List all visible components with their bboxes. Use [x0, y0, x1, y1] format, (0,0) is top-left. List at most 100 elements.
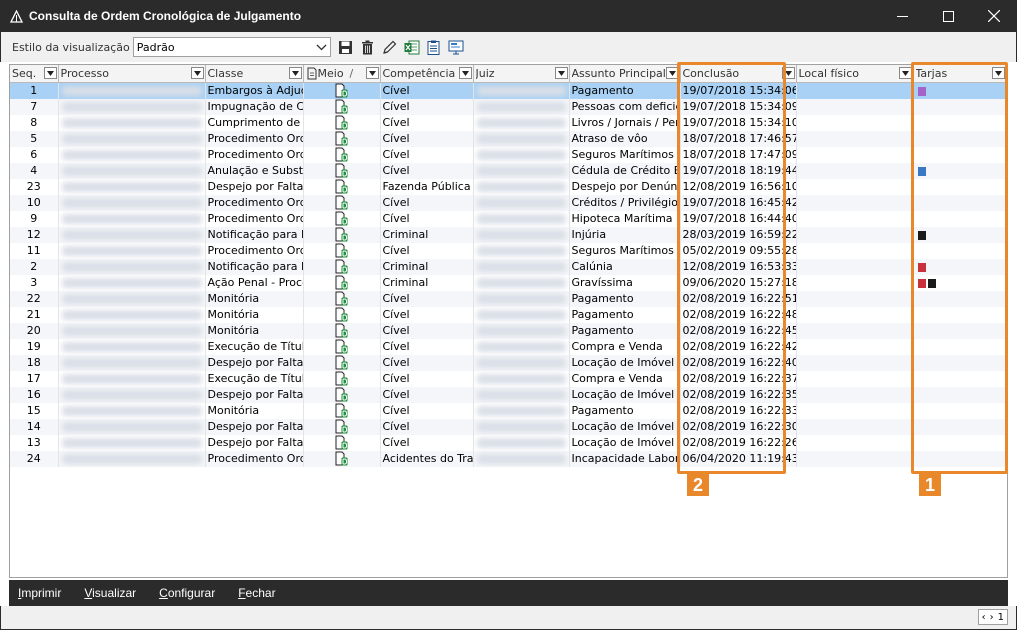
column-header-competencia[interactable]: Competência [380, 65, 474, 83]
results-grid[interactable]: Seq. Processo Classe Meio / Competência Juiz As… [9, 64, 1008, 578]
column-filter-dropdown[interactable] [991, 67, 1005, 79]
column-filter-dropdown[interactable] [288, 67, 302, 79]
cell-seq: 1 [10, 82, 59, 99]
redacted-text [476, 405, 566, 416]
table-row[interactable]: 6 Procedimento Ord Cível Seguros Marítimos 1… [10, 146, 1007, 163]
column-filter-dropdown[interactable] [43, 67, 57, 79]
electronic-document-icon [335, 99, 348, 114]
redacted-text [476, 85, 566, 96]
column-filter-dropdown[interactable] [898, 67, 912, 79]
cell-conclusao: 19/07/2018 15:34:10 [680, 114, 797, 131]
screen-icon[interactable] [447, 38, 465, 56]
badge-conclusao: 2 [687, 474, 709, 496]
table-row[interactable]: 3 Ação Penal - Proce Criminal Gravíssima 09/… [10, 274, 1007, 291]
table-row[interactable]: 17 Execução de Título Cível Compra e Venda 0… [10, 370, 1007, 387]
delete-icon[interactable] [359, 38, 377, 56]
visualizar-button[interactable]: Visualizar [84, 586, 136, 600]
column-filter-dropdown[interactable] [781, 67, 795, 79]
imprimir-button[interactable]: Imprimir [18, 586, 61, 600]
cell-conclusao: 12/08/2019 16:53:33 [680, 258, 797, 275]
edit-icon[interactable] [381, 38, 399, 56]
column-filter-dropdown[interactable] [554, 67, 568, 79]
table-row[interactable]: 12 Notificação para Ex Criminal Injúria28/0… [10, 226, 1007, 243]
table-row[interactable]: 19 Execução de Título Cível Compra e Venda 0… [10, 338, 1007, 355]
column-header-tarjas[interactable]: Tarjas [913, 65, 1007, 83]
cell-tarjas [913, 418, 1007, 435]
table-row[interactable]: 13 Despejo por Falta Cível Locação de Imóve… [10, 434, 1007, 451]
table-row[interactable]: 11 Procedimento Ord Cível Seguros Marítimos… [10, 242, 1007, 259]
cell-conclusao: 09/06/2020 15:27:18 [680, 274, 797, 291]
cell-assunto: Créditos / Privilégios [569, 194, 681, 211]
table-row[interactable]: 5 Procedimento Ord Cível Atraso de vôo 18/07… [10, 130, 1007, 147]
fechar-button[interactable]: Fechar [238, 586, 275, 600]
table-row[interactable]: 21 Monitória Cível Pagamento 02/08/2019 16:2… [10, 306, 1007, 323]
table-row[interactable]: 16 Despejo por Falta Cível Locação de Imóve… [10, 386, 1007, 403]
column-header-seq[interactable]: Seq. [10, 65, 59, 83]
cell-competencia: Cível [380, 370, 474, 387]
cell-assunto: Pagamento [569, 290, 681, 307]
electronic-document-icon [335, 147, 348, 162]
minimize-button[interactable] [879, 0, 925, 32]
document-icon[interactable] [425, 38, 443, 56]
table-row[interactable]: 24 Procedimento Ord Acidentes do Trab Incap… [10, 450, 1007, 467]
column-filter-dropdown[interactable] [365, 67, 379, 79]
table-row[interactable]: 20 Monitória Cível Pagamento 02/08/2019 16:2… [10, 322, 1007, 339]
table-row[interactable]: 22 Monitória Cível Pagamento 02/08/2019 16:2… [10, 290, 1007, 307]
cell-competencia: Cível [380, 402, 474, 419]
cell-seq: 15 [10, 402, 59, 419]
cell-conclusao: 02/08/2019 16:22:35 [680, 386, 797, 403]
table-row[interactable]: 8 Cumprimento de s Cível Livros / Jornais /… [10, 114, 1007, 131]
cell-classe: Despejo por Falta [205, 418, 304, 435]
table-row[interactable]: 9 Procedimento Ord Cível Hipoteca Marítima 1… [10, 210, 1007, 227]
table-row[interactable]: 7 Impugnação de Cr Cível Pessoas com defici… [10, 98, 1007, 115]
column-header-processo[interactable]: Processo [58, 65, 206, 83]
column-filter-dropdown[interactable] [190, 67, 204, 79]
cell-conclusao: 19/07/2018 16:44:40 [680, 210, 797, 227]
pager-prev-button[interactable]: ‹ [982, 612, 986, 623]
column-header-assunto[interactable]: Assunto Principal [569, 65, 681, 83]
cell-tarjas [913, 98, 1007, 115]
column-header-conclusao[interactable]: Conclusão [680, 65, 797, 83]
table-row[interactable]: 18 Despejo por Falta Cível Locação de Imóve… [10, 354, 1007, 371]
table-row[interactable]: 4 Anulação e Substit Cível Cédula de Crédit… [10, 162, 1007, 179]
maximize-button[interactable] [925, 0, 971, 32]
table-row[interactable]: 1 Embargos à Adjud Cível Pagamento 19/07/201… [10, 82, 1007, 99]
column-header-meio[interactable]: Meio / [303, 65, 381, 83]
cell-tarjas [913, 82, 1007, 99]
redacted-text [476, 229, 566, 240]
cell-local-fisico [796, 354, 914, 371]
close-button[interactable] [971, 0, 1017, 32]
cell-seq: 3 [10, 274, 59, 291]
triangle-down-icon [368, 70, 376, 76]
cell-competencia: Cível [380, 322, 474, 339]
cell-meio [303, 450, 381, 467]
style-select[interactable]: Padrão [132, 37, 331, 57]
table-row[interactable]: 10 Procedimento Ord Cível Créditos / Privil… [10, 194, 1007, 211]
save-icon[interactable] [337, 38, 355, 56]
column-filter-dropdown[interactable] [458, 67, 472, 79]
redacted-text [476, 197, 566, 208]
cell-seq: 20 [10, 322, 59, 339]
cell-local-fisico [796, 210, 914, 227]
column-filter-dropdown[interactable] [665, 67, 679, 79]
table-row[interactable]: 23 Despejo por Falta Fazenda Pública M Desp… [10, 178, 1007, 195]
table-row[interactable]: 14 Despejo por Falta Cível Locação de Imóve… [10, 418, 1007, 435]
column-header-label: Processo [60, 67, 109, 80]
table-row[interactable]: 15 Monitória Cível Pagamento 02/08/2019 16:2… [10, 402, 1007, 419]
column-header-juiz[interactable]: Juiz [473, 65, 570, 83]
table-row[interactable]: 2 Notificação para Ex Criminal Calúnia12/08… [10, 258, 1007, 275]
cell-assunto: Atraso de vôo [569, 130, 681, 147]
configurar-button[interactable]: Configurar [159, 586, 215, 600]
cell-processo-redacted [58, 322, 206, 339]
cell-assunto: Injúria [569, 226, 681, 243]
cell-classe: Cumprimento de s [205, 114, 304, 131]
cell-local-fisico [796, 322, 914, 339]
pager-next-button[interactable]: › [990, 612, 994, 623]
column-header-classe[interactable]: Classe [205, 65, 304, 83]
cell-tarjas [913, 226, 1007, 243]
electronic-document-icon [335, 403, 348, 418]
column-header-local[interactable]: Local físico [796, 65, 914, 83]
cell-conclusao: 19/07/2018 18:19:44 [680, 162, 797, 179]
cell-meio [303, 178, 381, 195]
excel-export-icon[interactable] [403, 38, 421, 56]
